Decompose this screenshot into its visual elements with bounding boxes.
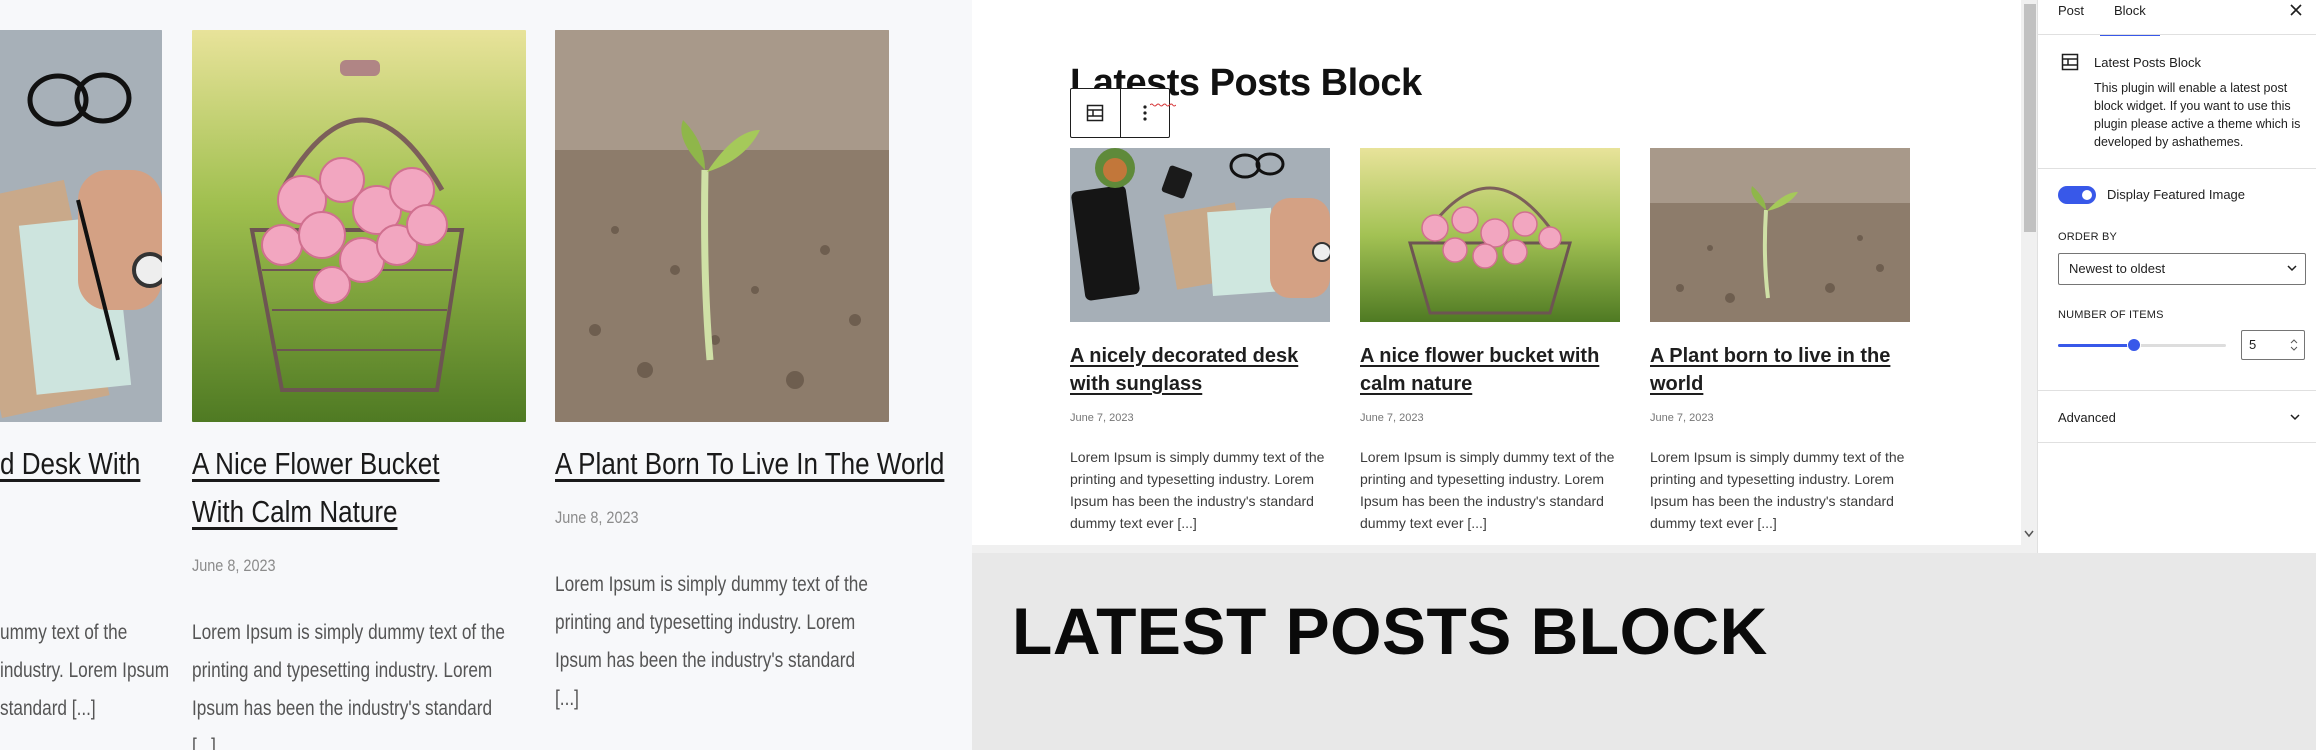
frontend-post-title[interactable]: A Plant Born To Live In The World (555, 440, 944, 488)
spellcheck-underline (1150, 103, 1176, 107)
more-options-button[interactable] (1119, 89, 1170, 137)
post-image-desk[interactable] (0, 30, 162, 422)
frontend-post-title[interactable]: A Nice Flower Bucket With Calm Nature (192, 440, 473, 536)
post-image-flower-bucket[interactable] (1360, 148, 1620, 322)
tab-post[interactable]: Post (2058, 0, 2086, 34)
divider (2038, 442, 2316, 443)
chevron-down-icon[interactable] (2290, 413, 2300, 421)
featured-image-toggle[interactable] (2058, 186, 2096, 204)
number-of-items-value: 5 (2249, 337, 2257, 352)
number-of-items-slider-track[interactable] (2058, 338, 2226, 352)
spinner-arrows-icon[interactable] (2290, 338, 2298, 352)
frontend-post-excerpt: Lorem Ipsum is simply dummy text of the … (192, 621, 505, 750)
divider (2038, 34, 2316, 35)
editor-scrollbar-thumb[interactable] (2024, 4, 2036, 232)
frontend-post-date: June 8, 2023 (192, 556, 276, 575)
order-by-label: ORDER BY (2058, 231, 2118, 243)
editor-post-excerpt: Lorem Ipsum is simply dummy text of the … (1070, 449, 1325, 531)
advanced-panel-toggle[interactable]: Advanced (2058, 410, 2116, 425)
order-by-selected: Newest to oldest (2069, 261, 2166, 276)
frontend-post-card (192, 30, 526, 422)
number-of-items-input[interactable]: 5 (2241, 330, 2305, 360)
editor-post-card: A Plant born to live in the world June 7… (1650, 148, 1910, 534)
editor-post-title[interactable]: A Plant born to live in the world (1650, 342, 1910, 398)
slider-fill (2058, 344, 2134, 347)
featured-image-toggle-label[interactable]: Display Featured Image (2107, 187, 2245, 202)
frontend-post-excerpt: Lorem Ipsum is simply dummy text of the … (555, 573, 868, 710)
post-image-plant[interactable] (555, 30, 889, 422)
block-card-title: Latest Posts Block (2094, 55, 2201, 70)
number-of-items-label: NUMBER OF ITEMS (2058, 309, 2164, 321)
block-card-description: This plugin will enable a latest post bl… (2094, 81, 2301, 149)
post-image-flower-bucket[interactable] (192, 30, 526, 422)
divider (2038, 168, 2316, 169)
post-image-desk[interactable] (1070, 148, 1330, 322)
editor-post-date: June 7, 2023 (1360, 412, 1424, 424)
editor-post-title[interactable]: A nice flower bucket with calm nature (1360, 342, 1620, 398)
frontend-post-card (555, 30, 889, 422)
chevron-down-icon (2287, 265, 2297, 272)
frontend-preview: d Desk With ummy text of the industry. L… (0, 0, 972, 750)
latest-posts-block-icon (1087, 104, 1104, 122)
editor-post-excerpt: Lorem Ipsum is simply dummy text of the … (1650, 449, 1905, 531)
editor-post-date: June 7, 2023 (1650, 412, 1714, 424)
banner-title: LATEST POSTS BLOCK (1012, 594, 1768, 668)
banner: LATEST POSTS BLOCK (972, 553, 2316, 750)
frontend-post-card (0, 30, 162, 422)
frontend-post-title[interactable]: d Desk With (0, 440, 140, 488)
toggle-knob (2082, 190, 2092, 200)
block-toolbar (1070, 88, 1170, 138)
more-options-icon (1143, 105, 1147, 121)
divider (2038, 390, 2316, 391)
editor-post-card: A nicely decorated desk with sunglass Ju… (1070, 148, 1330, 534)
editor-post-date: June 7, 2023 (1070, 412, 1134, 424)
editor-post-title[interactable]: A nicely decorated desk with sunglass (1070, 342, 1330, 398)
editor-post-card: A nice flower bucket with calm nature Ju… (1360, 148, 1620, 534)
canvas-border (972, 545, 2037, 553)
editor-canvas[interactable]: Latests Posts Block A nicely decorated d… (972, 0, 2021, 545)
editor-post-excerpt: Lorem Ipsum is simply dummy text of the … (1360, 449, 1615, 531)
order-by-select[interactable]: Newest to oldest (2058, 253, 2306, 285)
frontend-post-date: June 8, 2023 (555, 508, 639, 527)
slider-thumb[interactable] (2126, 338, 2141, 352)
post-image-plant[interactable] (1650, 148, 1910, 322)
tab-block[interactable]: Block (2100, 0, 2160, 36)
scroll-down-arrow-icon[interactable] (2024, 530, 2034, 538)
block-type-button[interactable] (1071, 89, 1120, 137)
latest-posts-block-icon (2061, 53, 2079, 71)
close-icon[interactable] (2290, 4, 2302, 16)
